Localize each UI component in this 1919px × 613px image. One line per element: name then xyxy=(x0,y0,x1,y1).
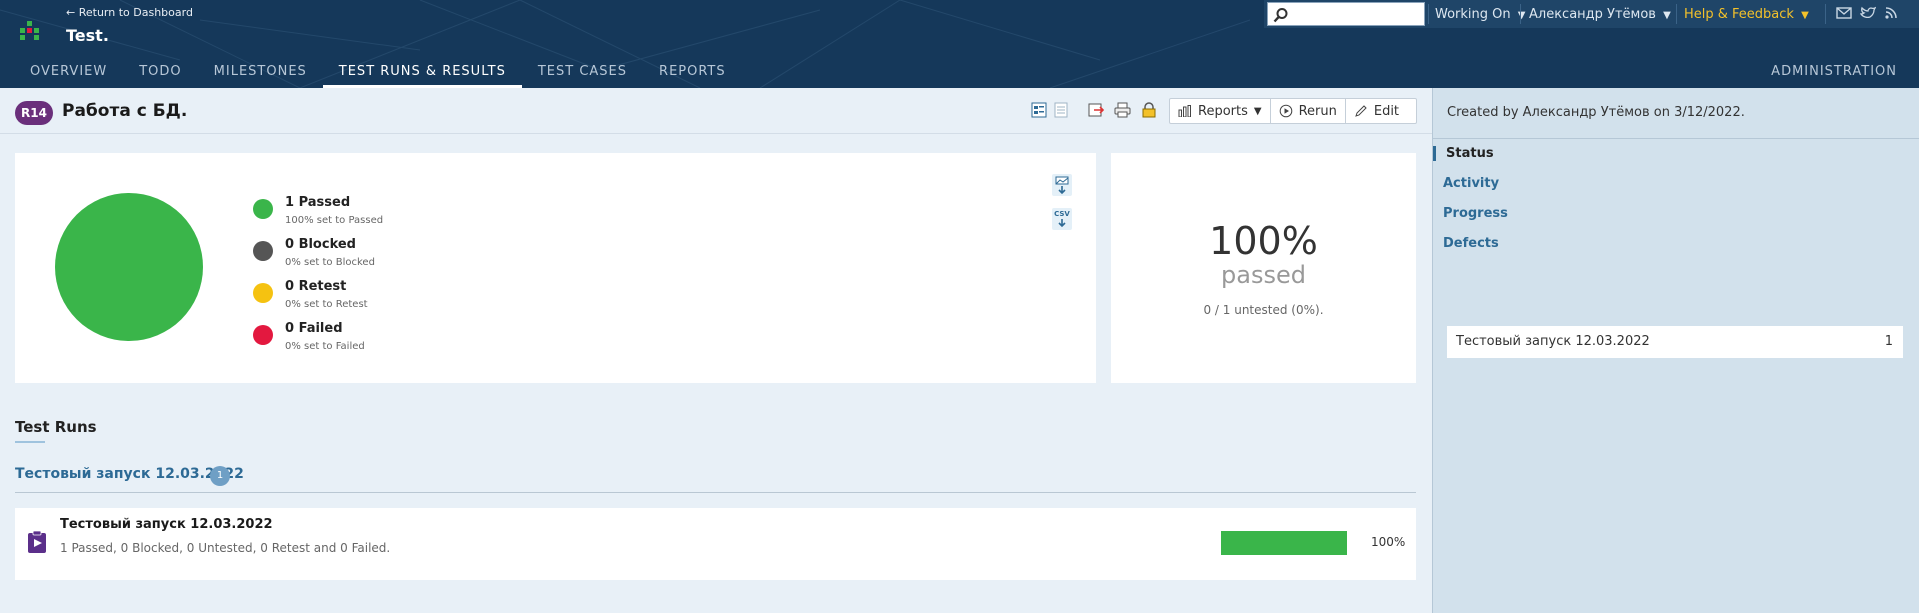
legend-dot xyxy=(253,283,273,303)
chevron-down-icon: ▼ xyxy=(1253,105,1262,117)
sidebar-run-count: 1 xyxy=(1884,334,1893,349)
divider xyxy=(1520,4,1521,24)
mail-icon[interactable] xyxy=(1836,6,1852,20)
app-header: ← Return to Dashboard Test. Overview Tod… xyxy=(0,0,1919,88)
working-on-dropdown[interactable]: Working On ▼ xyxy=(1435,7,1525,22)
created-by-text: Created by Александр Утёмов on 3/12/2022… xyxy=(1447,105,1745,120)
export-chart-image-icon[interactable] xyxy=(1051,173,1073,197)
rss-icon[interactable] xyxy=(1884,6,1900,20)
sidebar-item-progress[interactable]: Progress xyxy=(1443,206,1508,221)
rerun-label: Rerun xyxy=(1298,103,1337,119)
legend-label: 1 Passed xyxy=(285,195,351,210)
sidebar-run-item[interactable]: Тестовый запуск 12.03.2022 1 xyxy=(1447,326,1903,358)
test-run-icon xyxy=(28,530,46,553)
run-actions-button-group: Reports ▼ Rerun Edit xyxy=(1169,98,1417,124)
help-feedback-label: Help & Feedback xyxy=(1684,7,1794,22)
run-title: Работа с БД. xyxy=(62,101,188,121)
legend-dot xyxy=(253,241,273,261)
tab-overview[interactable]: Overview xyxy=(14,60,123,88)
run-summary: 1 Passed, 0 Blocked, 0 Untested, 0 Retes… xyxy=(60,541,391,555)
chevron-down-icon: ▼ xyxy=(1663,10,1671,21)
csv-label: CSV xyxy=(1054,210,1070,218)
reports-label: Reports xyxy=(1198,103,1248,119)
pie-slice-passed xyxy=(55,193,203,341)
list-item[interactable]: Тестовый запуск 12.03.2022 1 Passed, 0 B… xyxy=(15,508,1416,580)
sidebar-item-defects[interactable]: Defects xyxy=(1443,236,1499,251)
lock-icon[interactable] xyxy=(1141,102,1157,118)
legend-subtext: 0% set to Failed xyxy=(285,341,365,352)
bar-chart-icon xyxy=(1178,105,1191,117)
edit-button[interactable]: Edit xyxy=(1346,99,1407,123)
pencil-icon xyxy=(1355,105,1367,117)
tab-administration[interactable]: Administration xyxy=(1771,64,1897,79)
sidebar: Created by Александр Утёмов on 3/12/2022… xyxy=(1432,88,1919,613)
user-menu[interactable]: Александр Утёмов ▼ xyxy=(1529,7,1671,22)
export-csv-icon[interactable]: CSV xyxy=(1051,207,1073,231)
tab-todo[interactable]: Todo xyxy=(123,60,197,88)
legend-label: 0 Failed xyxy=(285,321,343,336)
divider xyxy=(1428,4,1429,24)
pass-rate-card: 100% passed 0 / 1 untested (0%). xyxy=(1111,153,1416,383)
print-icon[interactable] xyxy=(1114,102,1131,118)
chevron-down-icon: ▼ xyxy=(1517,10,1526,21)
legend-label: 0 Blocked xyxy=(285,237,356,252)
status-chart-card: 1 Passed 100% set to Passed 0 Blocked 0%… xyxy=(15,153,1096,383)
edit-label: Edit xyxy=(1373,103,1400,119)
sidebar-item-activity[interactable]: Activity xyxy=(1443,176,1499,191)
search-icon xyxy=(1273,8,1288,23)
main-nav: Overview Todo Milestones Test Runs & Res… xyxy=(14,60,742,88)
tab-test-runs-results[interactable]: Test Runs & Results xyxy=(322,60,522,88)
tab-test-cases[interactable]: Test Cases xyxy=(522,60,643,88)
pass-percent: 100% xyxy=(1209,219,1318,263)
test-runs-heading: Test Runs xyxy=(15,418,97,436)
export-icon[interactable] xyxy=(1088,102,1104,118)
legend-subtext: 0% set to Blocked xyxy=(285,257,375,268)
legend-dot xyxy=(253,325,273,345)
divider xyxy=(1825,4,1826,24)
top-bar: Working On ▼ Александр Утёмов ▼ Help & F… xyxy=(1264,0,1919,28)
legend-subtext: 0% set to Retest xyxy=(285,299,368,310)
legend-subtext: 100% set to Passed xyxy=(285,215,384,226)
reports-dropdown-button[interactable]: Reports ▼ xyxy=(1170,99,1271,123)
help-feedback-menu[interactable]: Help & Feedback ▼ xyxy=(1684,7,1809,22)
twitter-icon[interactable] xyxy=(1860,6,1876,20)
sidebar-run-name: Тестовый запуск 12.03.2022 xyxy=(1456,334,1650,349)
status-pie-chart xyxy=(55,193,203,341)
untested-summary: 0 / 1 untested (0%). xyxy=(1203,303,1324,317)
tab-milestones[interactable]: Milestones xyxy=(198,60,323,88)
run-id-badge: R14 xyxy=(15,101,53,125)
app-logo-icon[interactable] xyxy=(20,21,40,41)
play-circle-icon xyxy=(1279,104,1292,118)
legend-label: 0 Retest xyxy=(285,279,347,294)
legend-dot xyxy=(253,199,273,219)
divider xyxy=(1676,4,1677,24)
working-on-label: Working On xyxy=(1435,7,1511,22)
tab-reports[interactable]: Reports xyxy=(643,60,742,88)
run-group-count-badge: 1 xyxy=(210,466,230,486)
run-header-row: R14 Работа с БД. Reports ▼ Rerun Edit xyxy=(0,88,1432,134)
pass-word: passed xyxy=(1221,261,1306,289)
details-view-icon[interactable] xyxy=(1031,102,1047,118)
rerun-button[interactable]: Rerun xyxy=(1271,99,1346,123)
divider xyxy=(15,492,1416,493)
heading-underline xyxy=(15,441,45,443)
chevron-down-icon: ▼ xyxy=(1801,10,1809,21)
run-progress-percent: 100% xyxy=(1371,535,1406,549)
return-to-dashboard-link[interactable]: ← Return to Dashboard xyxy=(66,6,193,19)
run-name-link[interactable]: Тестовый запуск 12.03.2022 xyxy=(60,517,273,532)
user-name: Александр Утёмов xyxy=(1529,7,1656,22)
sidebar-item-status[interactable]: Status xyxy=(1433,146,1494,161)
progress-fill xyxy=(1221,531,1347,555)
compact-view-icon[interactable] xyxy=(1053,102,1069,118)
search-input[interactable] xyxy=(1267,2,1425,26)
divider xyxy=(1433,138,1919,139)
run-progress-bar xyxy=(1221,531,1347,555)
project-title[interactable]: Test. xyxy=(66,26,109,45)
